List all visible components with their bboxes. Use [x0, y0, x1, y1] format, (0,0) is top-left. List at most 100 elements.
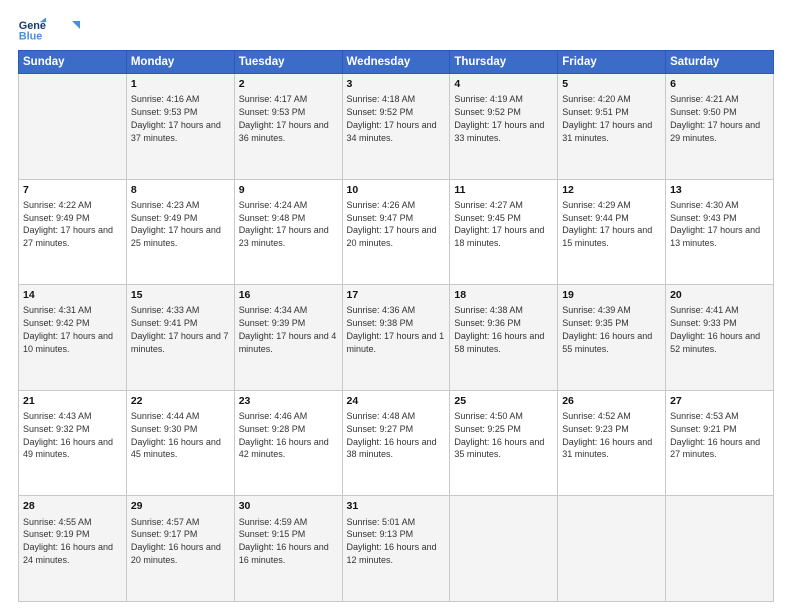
- sunrise-text: Sunrise: 4:16 AM: [131, 93, 230, 106]
- cell-w1-d1: 8Sunrise: 4:23 AMSunset: 9:49 PMDaylight…: [126, 179, 234, 285]
- daylight-text: Daylight: 16 hours and 12 minutes.: [347, 541, 446, 567]
- sunset-text: Sunset: 9:30 PM: [131, 423, 230, 436]
- sunrise-text: Sunrise: 4:20 AM: [562, 93, 661, 106]
- sunrise-text: Sunrise: 4:31 AM: [23, 304, 122, 317]
- week-row-1: 7Sunrise: 4:22 AMSunset: 9:49 PMDaylight…: [19, 179, 774, 285]
- sunset-text: Sunset: 9:35 PM: [562, 317, 661, 330]
- daylight-text: Daylight: 16 hours and 31 minutes.: [562, 436, 661, 462]
- sunrise-text: Sunrise: 4:23 AM: [131, 199, 230, 212]
- week-row-0: 1Sunrise: 4:16 AMSunset: 9:53 PMDaylight…: [19, 74, 774, 180]
- daylight-text: Daylight: 17 hours and 7 minutes.: [131, 330, 230, 356]
- sunset-text: Sunset: 9:33 PM: [670, 317, 769, 330]
- cell-w1-d0: 7Sunrise: 4:22 AMSunset: 9:49 PMDaylight…: [19, 179, 127, 285]
- cell-w0-d3: 3Sunrise: 4:18 AMSunset: 9:52 PMDaylight…: [342, 74, 450, 180]
- header: General Blue: [18, 16, 774, 44]
- week-row-2: 14Sunrise: 4:31 AMSunset: 9:42 PMDayligh…: [19, 285, 774, 391]
- daylight-text: Daylight: 17 hours and 37 minutes.: [131, 119, 230, 145]
- cell-w1-d2: 9Sunrise: 4:24 AMSunset: 9:48 PMDaylight…: [234, 179, 342, 285]
- sunrise-text: Sunrise: 4:19 AM: [454, 93, 553, 106]
- sunset-text: Sunset: 9:28 PM: [239, 423, 338, 436]
- cell-w3-d1: 22Sunrise: 4:44 AMSunset: 9:30 PMDayligh…: [126, 390, 234, 496]
- sunset-text: Sunset: 9:13 PM: [347, 528, 446, 541]
- sunset-text: Sunset: 9:53 PM: [239, 106, 338, 119]
- daylight-text: Daylight: 16 hours and 55 minutes.: [562, 330, 661, 356]
- day-number: 25: [454, 394, 553, 409]
- cell-w2-d6: 20Sunrise: 4:41 AMSunset: 9:33 PMDayligh…: [666, 285, 774, 391]
- day-number: 7: [23, 183, 122, 198]
- col-header-tuesday: Tuesday: [234, 51, 342, 74]
- cell-w0-d4: 4Sunrise: 4:19 AMSunset: 9:52 PMDaylight…: [450, 74, 558, 180]
- day-number: 22: [131, 394, 230, 409]
- sunset-text: Sunset: 9:51 PM: [562, 106, 661, 119]
- cell-w2-d3: 17Sunrise: 4:36 AMSunset: 9:38 PMDayligh…: [342, 285, 450, 391]
- cell-w3-d2: 23Sunrise: 4:46 AMSunset: 9:28 PMDayligh…: [234, 390, 342, 496]
- cell-w0-d0: [19, 74, 127, 180]
- svg-text:Blue: Blue: [19, 30, 43, 42]
- calendar-header-row: SundayMondayTuesdayWednesdayThursdayFrid…: [19, 51, 774, 74]
- cell-w0-d2: 2Sunrise: 4:17 AMSunset: 9:53 PMDaylight…: [234, 74, 342, 180]
- sunset-text: Sunset: 9:48 PM: [239, 212, 338, 225]
- sunrise-text: Sunrise: 4:34 AM: [239, 304, 338, 317]
- day-number: 30: [239, 499, 338, 514]
- sunrise-text: Sunrise: 4:39 AM: [562, 304, 661, 317]
- sunset-text: Sunset: 9:44 PM: [562, 212, 661, 225]
- sunrise-text: Sunrise: 4:44 AM: [131, 410, 230, 423]
- day-number: 11: [454, 183, 553, 198]
- cell-w2-d4: 18Sunrise: 4:38 AMSunset: 9:36 PMDayligh…: [450, 285, 558, 391]
- daylight-text: Daylight: 17 hours and 27 minutes.: [23, 224, 122, 250]
- cell-w1-d4: 11Sunrise: 4:27 AMSunset: 9:45 PMDayligh…: [450, 179, 558, 285]
- daylight-text: Daylight: 16 hours and 35 minutes.: [454, 436, 553, 462]
- calendar-page: General Blue SundayMondayTuesdayWednesda…: [0, 0, 792, 612]
- cell-w4-d2: 30Sunrise: 4:59 AMSunset: 9:15 PMDayligh…: [234, 496, 342, 602]
- sunrise-text: Sunrise: 5:01 AM: [347, 516, 446, 529]
- day-number: 4: [454, 77, 553, 92]
- sunrise-text: Sunrise: 4:59 AM: [239, 516, 338, 529]
- sunset-text: Sunset: 9:21 PM: [670, 423, 769, 436]
- daylight-text: Daylight: 16 hours and 20 minutes.: [131, 541, 230, 567]
- col-header-friday: Friday: [558, 51, 666, 74]
- cell-w3-d3: 24Sunrise: 4:48 AMSunset: 9:27 PMDayligh…: [342, 390, 450, 496]
- col-header-wednesday: Wednesday: [342, 51, 450, 74]
- logo: General Blue: [18, 16, 80, 44]
- daylight-text: Daylight: 17 hours and 36 minutes.: [239, 119, 338, 145]
- sunrise-text: Sunrise: 4:29 AM: [562, 199, 661, 212]
- cell-w3-d0: 21Sunrise: 4:43 AMSunset: 9:32 PMDayligh…: [19, 390, 127, 496]
- sunrise-text: Sunrise: 4:27 AM: [454, 199, 553, 212]
- day-number: 27: [670, 394, 769, 409]
- cell-w3-d5: 26Sunrise: 4:52 AMSunset: 9:23 PMDayligh…: [558, 390, 666, 496]
- cell-w4-d3: 31 Sunrise: 5:01 AMSunset: 9:13 PMDayligh…: [342, 496, 450, 602]
- day-number: 6: [670, 77, 769, 92]
- sunrise-text: Sunrise: 4:57 AM: [131, 516, 230, 529]
- day-number: 24: [347, 394, 446, 409]
- daylight-text: Daylight: 17 hours and 10 minutes.: [23, 330, 122, 356]
- day-number: 2: [239, 77, 338, 92]
- day-number: 21: [23, 394, 122, 409]
- sunset-text: Sunset: 9:42 PM: [23, 317, 122, 330]
- daylight-text: Daylight: 16 hours and 24 minutes.: [23, 541, 122, 567]
- daylight-text: Daylight: 17 hours and 4 minutes.: [239, 330, 338, 356]
- day-number: 23: [239, 394, 338, 409]
- sunrise-text: Sunrise: 4:43 AM: [23, 410, 122, 423]
- daylight-text: Daylight: 17 hours and 23 minutes.: [239, 224, 338, 250]
- sunrise-text: Sunrise: 4:38 AM: [454, 304, 553, 317]
- col-header-sunday: Sunday: [19, 51, 127, 74]
- sunset-text: Sunset: 9:32 PM: [23, 423, 122, 436]
- daylight-text: Daylight: 17 hours and 15 minutes.: [562, 224, 661, 250]
- sunrise-text: Sunrise: 4:22 AM: [23, 199, 122, 212]
- sunrise-text: Sunrise: 4:50 AM: [454, 410, 553, 423]
- sunrise-text: Sunrise: 4:30 AM: [670, 199, 769, 212]
- logo-icon: General Blue: [18, 16, 46, 44]
- sunset-text: Sunset: 9:15 PM: [239, 528, 338, 541]
- day-number: 13: [670, 183, 769, 198]
- week-row-4: 28Sunrise: 4:55 AMSunset: 9:19 PMDayligh…: [19, 496, 774, 602]
- daylight-text: Daylight: 16 hours and 58 minutes.: [454, 330, 553, 356]
- day-number: 31: [347, 499, 446, 514]
- day-number: 16: [239, 288, 338, 303]
- cell-w2-d0: 14Sunrise: 4:31 AMSunset: 9:42 PMDayligh…: [19, 285, 127, 391]
- day-number: 12: [562, 183, 661, 198]
- day-number: 28: [23, 499, 122, 514]
- daylight-text: Daylight: 16 hours and 42 minutes.: [239, 436, 338, 462]
- daylight-text: Daylight: 17 hours and 29 minutes.: [670, 119, 769, 145]
- day-number: 9: [239, 183, 338, 198]
- sunrise-text: Sunrise: 4:21 AM: [670, 93, 769, 106]
